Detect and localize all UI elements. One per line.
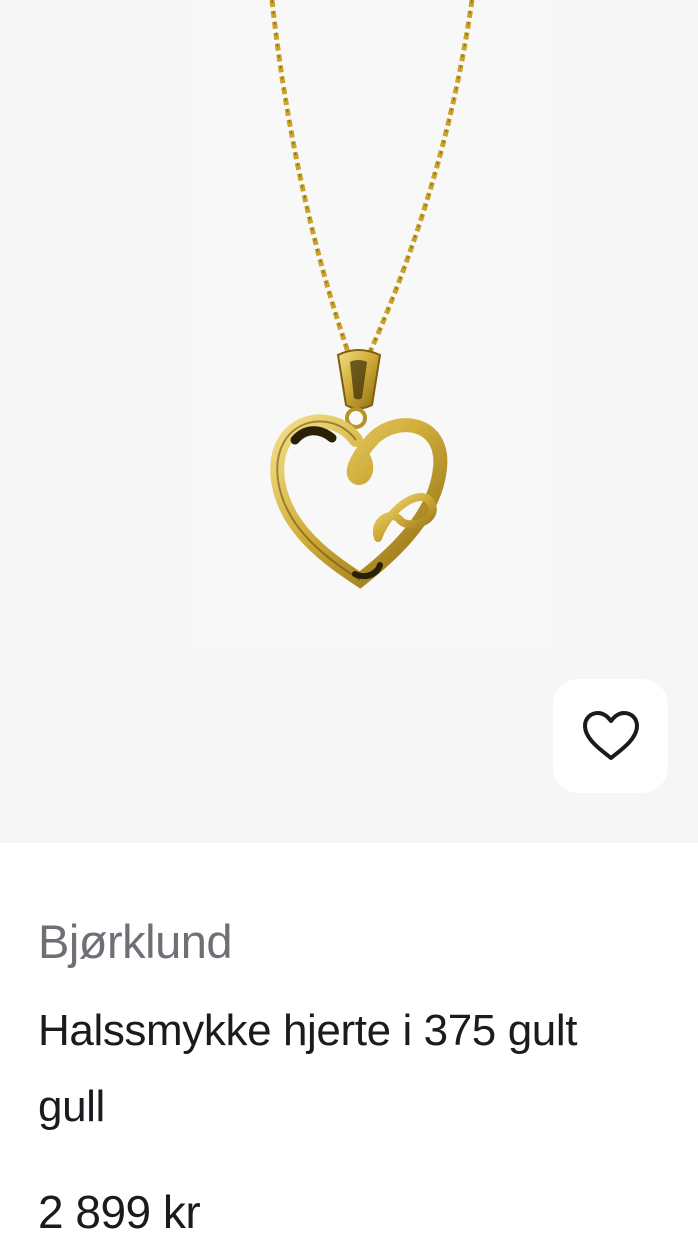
product-card[interactable]: Bjørklund Halssmykke hjerte i 375 gult g… [0, 0, 698, 1252]
product-image-area[interactable] [0, 0, 698, 843]
product-title[interactable]: Halssmykke hjerte i 375 gult gull [38, 993, 638, 1145]
product-price: 2 899 kr [38, 1186, 201, 1238]
product-brand[interactable]: Bjørklund [38, 913, 233, 971]
favorite-button[interactable] [553, 679, 668, 793]
heart-outline-icon [582, 711, 639, 760]
